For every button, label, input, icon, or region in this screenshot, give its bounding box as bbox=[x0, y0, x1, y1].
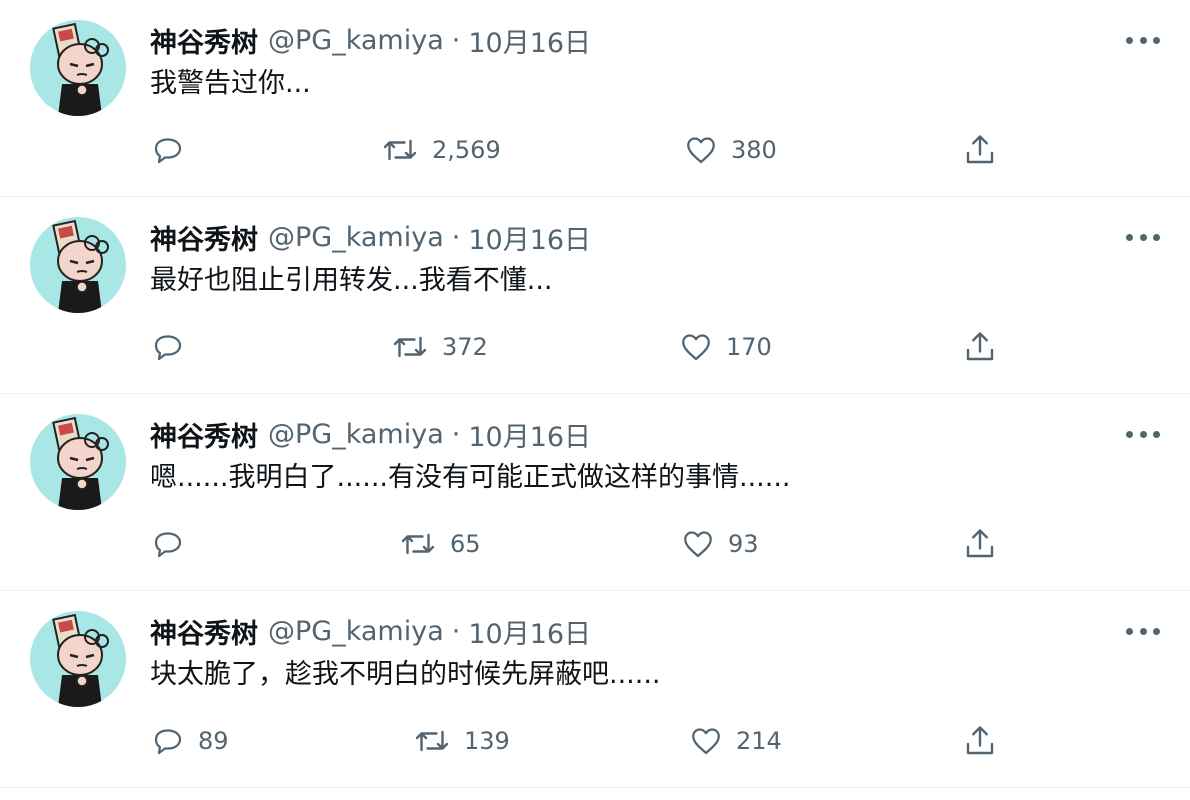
avatar-character-icon bbox=[52, 22, 109, 116]
share-icon bbox=[966, 135, 994, 164]
like-count: 93 bbox=[728, 530, 759, 558]
retweet-button[interactable]: 2,569 bbox=[380, 130, 501, 170]
heart-icon bbox=[682, 334, 710, 361]
retweet-icon bbox=[383, 139, 417, 161]
retweet-count: 65 bbox=[450, 530, 481, 558]
tweet[interactable]: 神谷秀树 @PG_kamiya · 10月16日 嗯......我明白了....… bbox=[0, 394, 1190, 591]
retweet-button[interactable]: 372 bbox=[390, 327, 488, 367]
retweet-icon bbox=[415, 730, 449, 752]
separator: · bbox=[451, 615, 461, 647]
share-icon bbox=[966, 332, 994, 361]
user-handle[interactable]: @PG_kamiya bbox=[268, 25, 444, 56]
share-button[interactable] bbox=[962, 130, 998, 170]
display-name[interactable]: 神谷秀树 bbox=[150, 612, 258, 651]
share-button[interactable] bbox=[962, 721, 998, 761]
heart-icon bbox=[684, 531, 712, 558]
tweet-header: 神谷秀树 @PG_kamiya · 10月16日 bbox=[150, 20, 591, 60]
like-button[interactable]: 214 bbox=[688, 721, 782, 761]
like-count: 214 bbox=[736, 727, 782, 755]
retweet-button[interactable]: 139 bbox=[412, 721, 510, 761]
action-bar: 65 93 bbox=[0, 524, 1190, 564]
tweet-date[interactable]: 10月16日 bbox=[468, 415, 591, 454]
reply-count: 89 bbox=[198, 727, 229, 755]
share-button[interactable] bbox=[962, 524, 998, 564]
avatar-character-icon bbox=[52, 613, 109, 707]
separator: · bbox=[451, 24, 461, 56]
reply-icon bbox=[154, 138, 182, 164]
display-name[interactable]: 神谷秀树 bbox=[150, 21, 258, 60]
like-count: 170 bbox=[726, 333, 772, 361]
retweet-icon bbox=[393, 336, 427, 358]
tweet-text: 块太脆了，趁我不明白的时候先屏蔽吧...... bbox=[150, 659, 661, 690]
display-name[interactable]: 神谷秀树 bbox=[150, 415, 258, 454]
avatar-character-icon bbox=[52, 416, 109, 510]
share-button[interactable] bbox=[962, 327, 998, 367]
more-icon[interactable] bbox=[1126, 28, 1160, 52]
tweet-header: 神谷秀树 @PG_kamiya · 10月16日 bbox=[150, 611, 591, 651]
more-icon[interactable] bbox=[1126, 422, 1160, 446]
reply-button[interactable] bbox=[150, 524, 198, 564]
display-name[interactable]: 神谷秀树 bbox=[150, 218, 258, 257]
tweet-date[interactable]: 10月16日 bbox=[468, 612, 591, 651]
avatar-character-icon bbox=[52, 219, 109, 313]
avatar[interactable] bbox=[30, 414, 126, 510]
avatar[interactable] bbox=[30, 611, 126, 707]
separator: · bbox=[451, 418, 461, 450]
tweet[interactable]: 神谷秀树 @PG_kamiya · 10月16日 我警告过你... 2,569 … bbox=[0, 0, 1190, 197]
share-icon bbox=[966, 726, 994, 755]
action-bar: 2,569 380 bbox=[0, 130, 1190, 170]
avatar[interactable] bbox=[30, 217, 126, 313]
reply-button[interactable]: 89 bbox=[150, 721, 229, 761]
like-button[interactable]: 170 bbox=[678, 327, 772, 367]
more-icon[interactable] bbox=[1126, 619, 1160, 643]
tweet[interactable]: 神谷秀树 @PG_kamiya · 10月16日 最好也阻止引用转发...我看不… bbox=[0, 197, 1190, 394]
user-handle[interactable]: @PG_kamiya bbox=[268, 222, 444, 253]
action-bar: 89 139 214 bbox=[0, 721, 1190, 761]
retweet-button[interactable]: 65 bbox=[398, 524, 481, 564]
reply-icon bbox=[154, 335, 182, 361]
like-button[interactable]: 93 bbox=[680, 524, 759, 564]
retweet-count: 139 bbox=[464, 727, 510, 755]
tweet[interactable]: 神谷秀树 @PG_kamiya · 10月16日 块太脆了，趁我不明白的时候先屏… bbox=[0, 591, 1190, 788]
reply-button[interactable] bbox=[150, 327, 198, 367]
reply-icon bbox=[154, 532, 182, 558]
retweet-count: 372 bbox=[442, 333, 488, 361]
tweet-text: 嗯......我明白了......有没有可能正式做这样的事情...... bbox=[150, 462, 791, 493]
retweet-count: 2,569 bbox=[432, 136, 501, 164]
heart-icon bbox=[692, 728, 720, 755]
retweet-icon bbox=[401, 533, 435, 555]
reply-button[interactable] bbox=[150, 130, 198, 170]
reply-icon bbox=[154, 729, 182, 755]
tweet-date[interactable]: 10月16日 bbox=[468, 218, 591, 257]
action-bar: 372 170 bbox=[0, 327, 1190, 367]
tweet-text: 我警告过你... bbox=[150, 68, 311, 99]
user-handle[interactable]: @PG_kamiya bbox=[268, 616, 444, 647]
avatar[interactable] bbox=[30, 20, 126, 116]
tweet-text: 最好也阻止引用转发...我看不懂... bbox=[150, 265, 553, 296]
like-button[interactable]: 380 bbox=[683, 130, 777, 170]
more-icon[interactable] bbox=[1126, 225, 1160, 249]
separator: · bbox=[451, 221, 461, 253]
heart-icon bbox=[687, 137, 715, 164]
tweet-header: 神谷秀树 @PG_kamiya · 10月16日 bbox=[150, 217, 591, 257]
like-count: 380 bbox=[731, 136, 777, 164]
tweet-date[interactable]: 10月16日 bbox=[468, 21, 591, 60]
share-icon bbox=[966, 529, 994, 558]
tweet-header: 神谷秀树 @PG_kamiya · 10月16日 bbox=[150, 414, 591, 454]
tweet-feed: 神谷秀树 @PG_kamiya · 10月16日 我警告过你... 2,569 … bbox=[0, 0, 1190, 788]
user-handle[interactable]: @PG_kamiya bbox=[268, 419, 444, 450]
